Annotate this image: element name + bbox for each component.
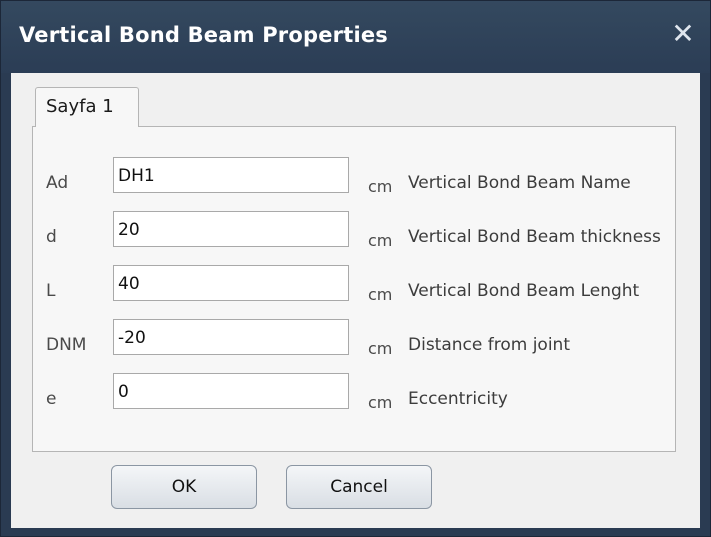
field-label-e: e [46,389,57,409]
field-description: Vertical Bond Beam Name [408,173,631,193]
field-label-d: d [46,227,57,247]
unit-label: cm [368,393,393,412]
unit-label: cm [368,231,393,250]
field-row-thickness: d cm Vertical Bond Beam thickness [33,211,677,251]
length-input[interactable] [113,265,349,301]
eccentricity-input[interactable] [113,373,349,409]
distance-input[interactable] [113,319,349,355]
field-label-dnm: DNM [46,335,87,355]
tab-panel: Ad cm Vertical Bond Beam Name d cm Verti… [32,126,676,452]
close-icon[interactable]: ✕ [668,19,698,49]
unit-label: cm [368,285,393,304]
field-description: Vertical Bond Beam thickness [408,227,661,247]
field-description: Eccentricity [408,389,508,409]
dialog-window: Vertical Bond Beam Properties ✕ Sayfa 1 … [0,0,711,537]
title-bar[interactable]: Vertical Bond Beam Properties ✕ [1,1,710,73]
field-row-length: L cm Vertical Bond Beam Lenght [33,265,677,305]
name-input[interactable] [113,157,349,193]
field-row-distance: DNM cm Distance from joint [33,319,677,359]
field-label-l: L [46,281,56,301]
field-row-eccentricity: e cm Eccentricity [33,373,677,413]
dialog-title: Vertical Bond Beam Properties [19,23,388,47]
unit-label: cm [368,339,393,358]
thickness-input[interactable] [113,211,349,247]
field-description: Distance from joint [408,335,570,355]
dialog-client-area: Sayfa 1 Ad cm Vertical Bond Beam Name d … [11,73,700,528]
field-description: Vertical Bond Beam Lenght [408,281,640,301]
field-row-name: Ad cm Vertical Bond Beam Name [33,157,677,197]
ok-button[interactable]: OK [111,465,257,509]
unit-label: cm [368,177,393,196]
tab-label: Sayfa 1 [46,96,114,117]
field-label-ad: Ad [46,173,69,193]
tab-sayfa-1[interactable]: Sayfa 1 [35,87,139,127]
cancel-button[interactable]: Cancel [286,465,432,509]
